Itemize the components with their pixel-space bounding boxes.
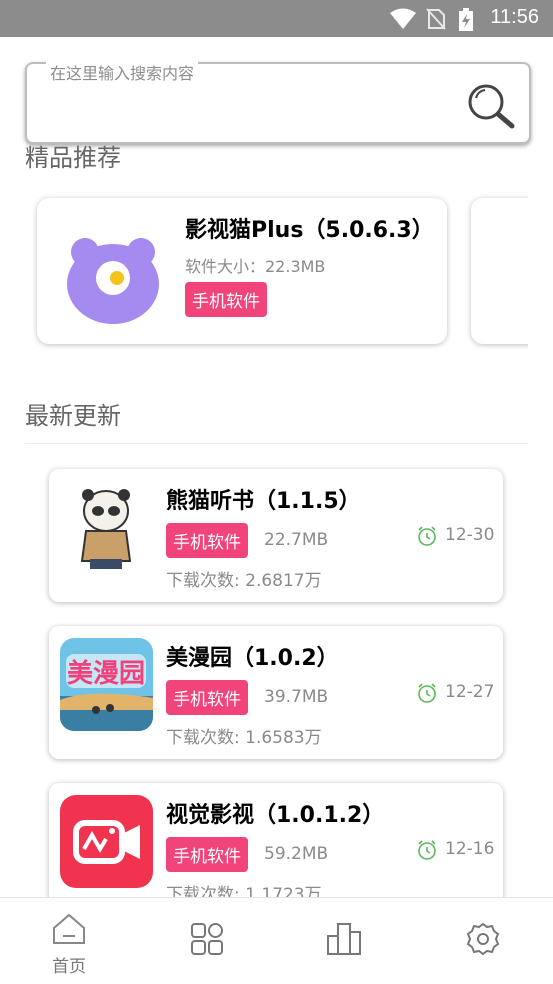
search-placeholder: 在这里输入搜索内容 — [46, 60, 199, 84]
search-icon[interactable] — [466, 82, 516, 130]
home-icon — [53, 913, 85, 944]
video-app-icon — [60, 795, 153, 888]
item-date: 12-16 — [445, 839, 495, 859]
section-divider — [25, 443, 528, 444]
apps-grid-icon — [191, 923, 223, 955]
list-item[interactable]: 美漫园 美漫园（1.0.2） 手机软件 39.7MB 12-27 下载次数: 1… — [49, 626, 503, 759]
featured-app-size: 软件大小：22.3MB — [185, 257, 326, 276]
status-time: 11:56 — [490, 6, 539, 28]
list-item[interactable]: 熊猫听书（1.1.5） 手机软件 22.7MB 12-30 下载次数: 2.68… — [49, 469, 503, 602]
featured-card[interactable]: 影视猫Plus（5.0.6.3） 软件大小：22.3MB 手机软件 — [37, 198, 447, 344]
no-sim-icon — [426, 8, 446, 30]
item-tag[interactable]: 手机软件 — [166, 523, 248, 558]
nav-item-ranking[interactable] — [276, 898, 414, 984]
clock-icon — [418, 840, 436, 860]
nav-item-home[interactable]: 首页 — [0, 898, 138, 984]
item-size: 59.2MB — [264, 844, 329, 864]
panda-app-icon — [60, 481, 153, 574]
nav-item-apps[interactable] — [138, 898, 276, 984]
status-bar: 11:56 — [0, 0, 553, 37]
item-app-name: 熊猫听书（1.1.5） — [166, 489, 361, 514]
nav-label-home: 首页 — [52, 957, 86, 977]
ranking-chart-icon — [327, 923, 361, 955]
featured-section-title: 精品推荐 — [25, 144, 121, 172]
wifi-icon — [390, 8, 416, 29]
item-date: 12-30 — [445, 525, 495, 545]
svg-text:美漫园: 美漫园 — [67, 658, 145, 689]
nav-item-settings[interactable] — [414, 898, 552, 984]
bottom-nav: 首页 — [0, 897, 553, 984]
item-tag[interactable]: 手机软件 — [166, 680, 248, 715]
cat-app-icon — [49, 210, 173, 334]
item-downloads: 下载次数: 2.6817万 — [166, 571, 322, 591]
clock-icon — [418, 526, 436, 546]
featured-card-next[interactable] — [471, 198, 528, 344]
battery-charging-icon — [459, 8, 473, 31]
item-tag[interactable]: 手机软件 — [166, 837, 248, 872]
item-date: 12-27 — [445, 682, 495, 702]
item-app-name: 美漫园（1.0.2） — [166, 646, 339, 671]
meimanyuan-app-icon: 美漫园 — [60, 638, 153, 731]
latest-section-title: 最新更新 — [25, 402, 121, 430]
item-app-name: 视觉影视（1.0.1.2） — [166, 803, 385, 828]
clock-icon — [418, 683, 436, 703]
item-downloads: 下载次数: 1.6583万 — [166, 728, 322, 748]
item-size: 22.7MB — [264, 530, 329, 550]
featured-carousel[interactable]: 影视猫Plus（5.0.6.3） 软件大小：22.3MB 手机软件 — [0, 190, 528, 360]
item-size: 39.7MB — [264, 687, 329, 707]
featured-app-tag[interactable]: 手机软件 — [185, 282, 267, 317]
settings-gear-icon — [466, 922, 500, 956]
featured-app-name: 影视猫Plus（5.0.6.3） — [185, 218, 434, 243]
